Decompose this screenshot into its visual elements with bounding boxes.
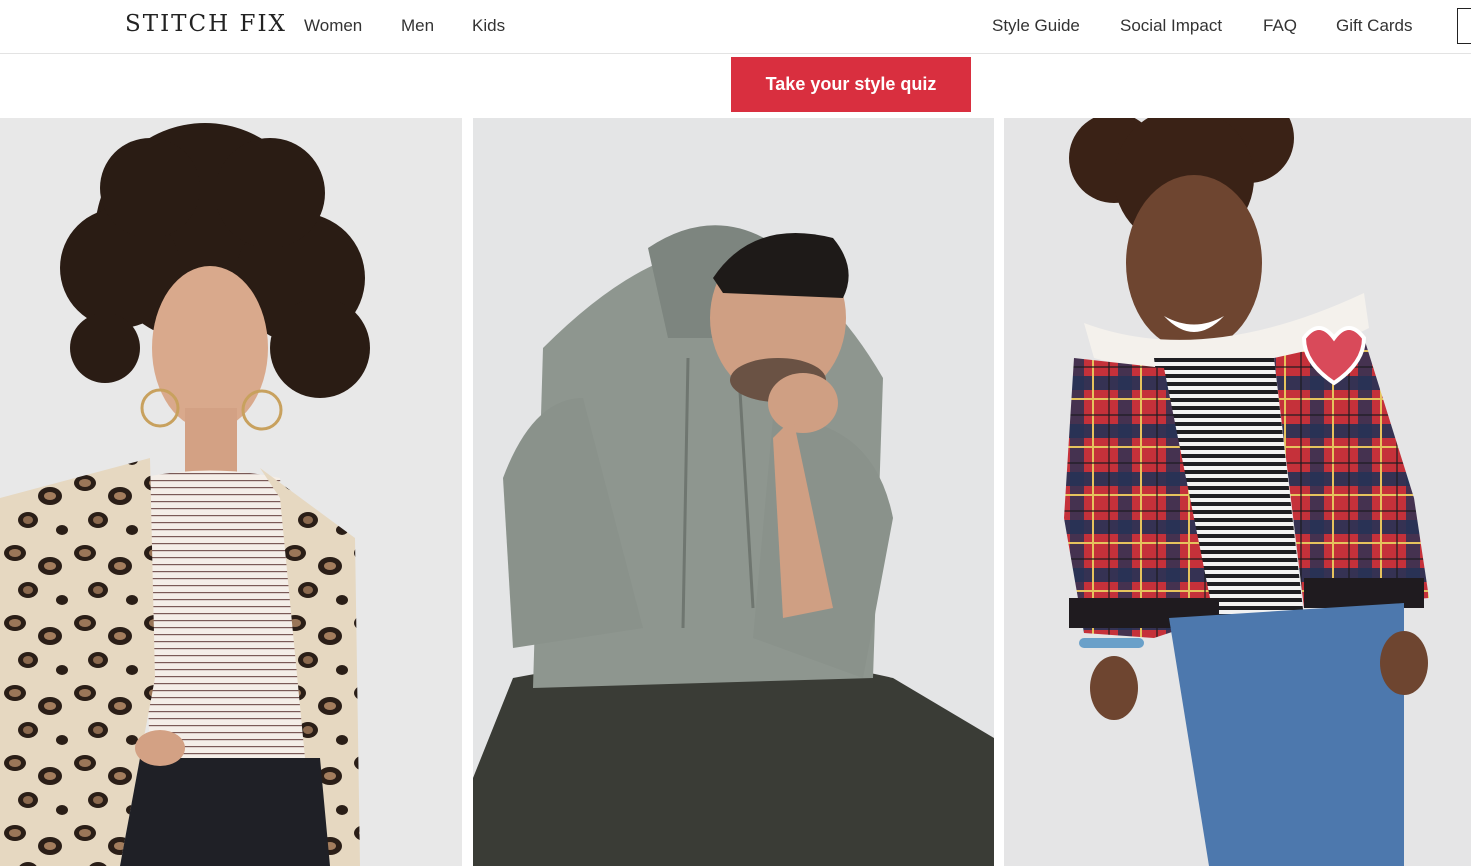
nav-link-men[interactable]: Men (401, 16, 434, 36)
header-button-partial[interactable] (1457, 8, 1471, 44)
hero-tile-men[interactable] (473, 118, 994, 866)
model-woman-leopard-cardigan-image (0, 118, 462, 866)
nav-link-women[interactable]: Women (304, 16, 362, 36)
nav-link-kids[interactable]: Kids (472, 16, 505, 36)
nav-link-gift-cards[interactable]: Gift Cards (1336, 16, 1413, 36)
model-kid-plaid-jacket-image (1004, 118, 1471, 866)
model-man-gray-hoodie-image (473, 118, 994, 866)
hero-tile-women[interactable] (0, 118, 462, 866)
nav-link-faq[interactable]: FAQ (1263, 16, 1297, 36)
top-navigation: STITCH FIX Women Men Kids Style Guide So… (0, 0, 1471, 54)
nav-link-social-impact[interactable]: Social Impact (1120, 16, 1222, 36)
stitch-fix-logo[interactable]: STITCH FIX (125, 11, 287, 37)
take-style-quiz-button[interactable]: Take your style quiz (731, 57, 971, 112)
nav-link-style-guide[interactable]: Style Guide (992, 16, 1080, 36)
cta-bar: Take your style quiz (0, 54, 1471, 118)
hero-tile-kids[interactable] (1004, 118, 1471, 866)
page: STITCH FIX Women Men Kids Style Guide So… (0, 0, 1471, 866)
hero-image-grid (0, 118, 1471, 866)
